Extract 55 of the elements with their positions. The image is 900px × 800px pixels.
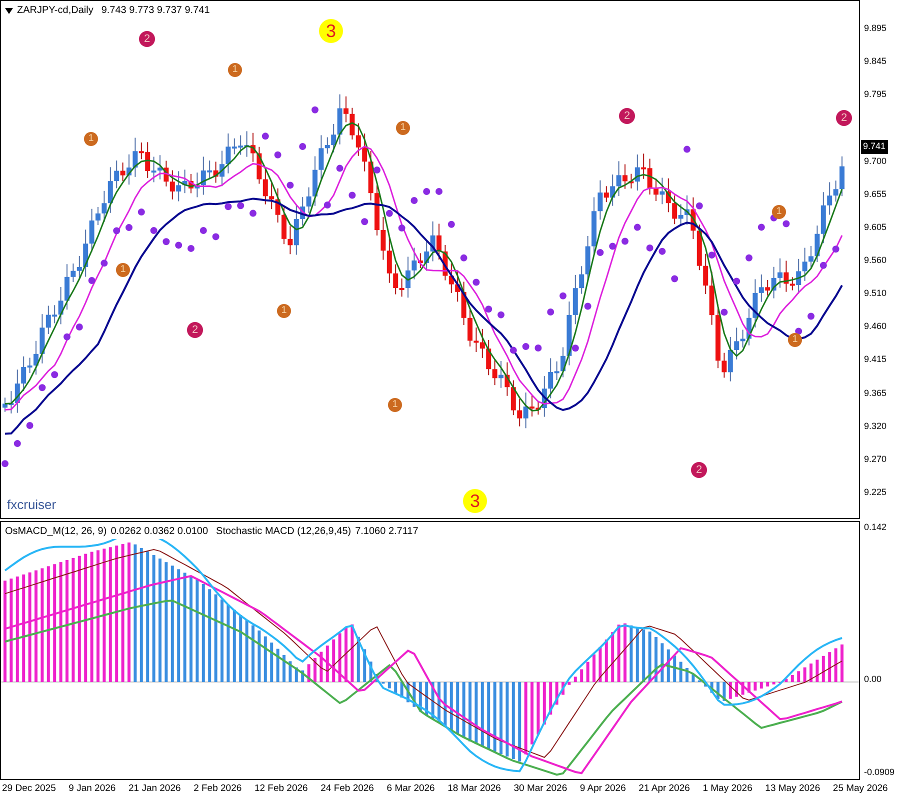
price-axis-label: 9.605 [864, 220, 887, 234]
price-axis-label: 9.845 [864, 55, 887, 68]
wave-marker: 2 [619, 108, 635, 124]
date-axis-label: 13 May 2026 [765, 782, 820, 796]
price-axis-label: 9.560 [864, 254, 887, 267]
wave-marker: 1 [788, 333, 802, 347]
wave-marker: 1 [277, 304, 291, 318]
symbol-label: ZARJPY-cd,Daily [17, 4, 94, 18]
wave-marker: 2 [691, 462, 707, 478]
wave-marker: 2 [139, 31, 155, 47]
price-axis-label: 9.365 [864, 386, 887, 400]
indicator-values: 7.1060 2.7117 [355, 525, 418, 539]
price-axis-label: 9.655 [864, 188, 887, 201]
current-price-tag: 9.741 [861, 140, 888, 154]
price-axis-label: 9.700 [864, 154, 887, 168]
date-axis-label: 6 Mar 2026 [386, 782, 435, 796]
date-axis-label: 21 Jan 2026 [128, 782, 181, 796]
indicator-axis-label: -0.0909 [864, 767, 895, 777]
dropdown-triangle-icon[interactable] [5, 8, 13, 14]
price-axis-label: 9.460 [864, 320, 887, 334]
wave-marker: 1 [228, 63, 242, 77]
price-axis-label: 9.270 [864, 452, 887, 466]
wave-marker: 2 [187, 322, 203, 338]
date-axis-label: 24 Feb 2026 [320, 782, 374, 796]
date-axis-label: 9 Apr 2026 [580, 782, 626, 796]
date-axis-label: 2 Feb 2026 [194, 782, 242, 796]
indicator-axis-label: 0.142 [864, 522, 887, 532]
date-axis-label: 9 Jan 2026 [68, 782, 116, 796]
price-axis-label: 9.510 [864, 287, 887, 300]
wave-marker: 1 [388, 398, 402, 412]
price-axis-label: 9.895 [864, 22, 887, 35]
brand-label: fxcruiser [7, 496, 56, 514]
wave-marker: 1 [772, 205, 786, 219]
date-axis-label: 1 May 2026 [702, 782, 752, 796]
wave-marker: 1 [116, 263, 130, 277]
indicator-values: 0.0262 0.0362 0.0100 [110, 525, 208, 539]
date-axis-label: 29 Dec 2025 [2, 782, 56, 796]
wave-marker: 3 [319, 19, 343, 43]
date-axis-label: 12 Feb 2026 [254, 782, 308, 796]
date-axis-label: 30 Mar 2026 [514, 782, 568, 796]
indicator-name: OsMACD_M(12, 26, 9) [5, 525, 107, 539]
wave-marker: 1 [396, 121, 410, 135]
indicator-axis-label: 0.00 [864, 674, 882, 684]
indicator-name: Stochastic MACD (12,26,9,45) [216, 525, 352, 539]
price-axis-label: 9.415 [864, 353, 887, 366]
ohlc-values: 9.743 9.773 9.737 9.741 [101, 4, 210, 18]
wave-marker: 2 [836, 110, 852, 126]
price-axis-label: 9.795 [864, 88, 887, 102]
price-axis-label: 9.225 [864, 486, 887, 499]
price-axis-label: 9.320 [864, 420, 887, 433]
date-axis-label: 21 Apr 2026 [638, 782, 690, 796]
date-axis-label: 18 Mar 2026 [448, 782, 501, 796]
wave-marker: 3 [463, 489, 487, 513]
date-axis-label: 25 May 2026 [832, 782, 888, 796]
wave-marker: 1 [84, 132, 98, 146]
